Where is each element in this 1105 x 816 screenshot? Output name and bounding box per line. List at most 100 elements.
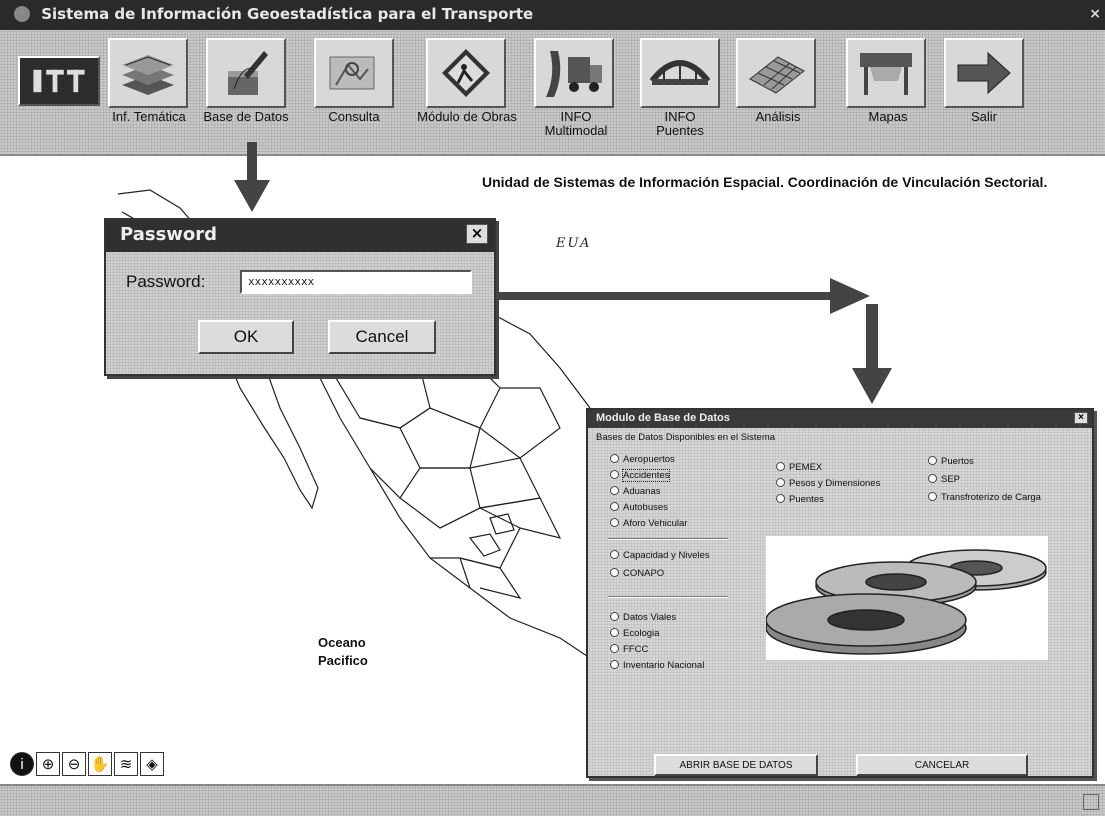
info-puentes-line1: INFO (664, 109, 696, 124)
arrow-shaft-right (496, 292, 836, 300)
radio-inventario-nacional[interactable]: Inventario Nacional (610, 660, 704, 671)
separator (608, 538, 728, 540)
database-dialog-close-button[interactable]: × (1074, 412, 1088, 424)
database-cancel-button[interactable]: CANCELAR (856, 754, 1028, 776)
radio-conapo[interactable]: CONAPO (610, 568, 664, 579)
analisis-button[interactable] (736, 38, 816, 108)
databases-group-title: Bases de Datos Disponibles en el Sistema (596, 432, 776, 443)
salir-button[interactable] (944, 38, 1024, 108)
zoom-in-icon[interactable]: ⊕ (36, 752, 60, 776)
radio-circle-icon (610, 454, 619, 463)
stacked-layers-icon (122, 55, 174, 95)
radio-circle-icon (610, 568, 619, 577)
database-pen-icon (228, 51, 268, 95)
layers-icon[interactable]: ≋ (114, 752, 138, 776)
zoom-out-icon[interactable]: ⊖ (62, 752, 86, 776)
info-icon[interactable]: i (10, 752, 34, 776)
pan-hand-icon[interactable]: ✋ (88, 752, 112, 776)
query-icon (329, 56, 375, 90)
radio-circle-icon (928, 474, 937, 483)
salir-label: Salir (970, 109, 997, 124)
radio-circle-icon (610, 518, 619, 527)
truck-road-icon (546, 51, 602, 97)
imt-logo-icon (18, 56, 100, 106)
radio-circle-icon (776, 478, 785, 487)
password-input[interactable]: xxxxxxxxxx (240, 270, 472, 294)
inf-tematica-label: Inf. Temática (112, 109, 186, 124)
modulo-obras-button[interactable] (426, 38, 506, 108)
password-dialog-close-button[interactable]: × (466, 224, 488, 244)
radio-capacidad-niveles[interactable]: Capacidad y Niveles (610, 550, 710, 561)
arrow-head-down (234, 180, 270, 212)
main-toolbar: Inf. Temática Base de Datos Consulta Mód… (0, 30, 1105, 156)
app-globe-icon (14, 6, 30, 22)
radio-autobuses[interactable]: Autobuses (610, 502, 668, 513)
consulta-button[interactable] (314, 38, 394, 108)
radio-pemex[interactable]: PEMEX (776, 462, 822, 473)
arrow-shaft-down-2 (866, 304, 878, 372)
window-close-button[interactable]: × (1089, 6, 1101, 22)
ocean-label-line2: Pacifico (318, 653, 368, 668)
radio-aeropuertos[interactable]: Aeropuertos (610, 454, 675, 465)
database-disks-icon (765, 549, 1047, 655)
mapas-label: Mapas (868, 109, 908, 124)
resize-grip-icon[interactable] (1083, 794, 1099, 810)
radio-circle-icon (610, 470, 619, 479)
analisis-label: Análisis (755, 109, 801, 124)
password-label: Password: (126, 272, 206, 291)
grid-map-icon (749, 56, 805, 94)
open-database-button[interactable]: ABRIR BASE DE DATOS (654, 754, 818, 776)
radio-aduanas[interactable]: Aduanas (610, 486, 661, 497)
base-datos-button[interactable] (206, 38, 286, 108)
info-multimodal-button[interactable] (534, 38, 614, 108)
radio-datos-viales[interactable]: Datos Viales (610, 612, 676, 623)
info-multimodal-line1: INFO (560, 109, 592, 124)
inf-tematica-button[interactable] (108, 38, 188, 108)
separator (608, 596, 728, 598)
roadwork-sign-icon (442, 49, 490, 97)
ocean-label: Oceano Pacifico (318, 634, 368, 670)
info-puentes-line2: Puentes (656, 123, 704, 138)
arrow-head-right (830, 278, 870, 314)
country-label-eua: EUA (556, 236, 592, 251)
radio-puentes[interactable]: Puentes (776, 494, 824, 505)
arrow-shaft-down (247, 142, 257, 182)
cancel-button[interactable]: Cancel (328, 320, 436, 354)
database-dialog: Modulo de Base de Datos × Bases de Datos… (586, 408, 1094, 778)
consulta-label: Consulta (328, 109, 380, 124)
radio-circle-icon (610, 628, 619, 637)
password-dialog: Password × Password: xxxxxxxxxx OK Cance… (104, 218, 496, 376)
radio-circle-icon (928, 456, 937, 465)
full-extent-icon[interactable]: ◈ (140, 752, 164, 776)
info-puentes-button[interactable] (640, 38, 720, 108)
radio-pesos-dimensiones[interactable]: Pesos y Dimensiones (776, 478, 880, 489)
radio-sep[interactable]: SEP (928, 474, 960, 485)
radio-ecologia[interactable]: Ecologia (610, 628, 659, 639)
radio-aforo-vehicular[interactable]: Aforo Vehicular (610, 518, 687, 529)
database-disks-illustration (765, 536, 1048, 660)
radio-circle-icon (610, 612, 619, 621)
info-multimodal-label: INFO Multimodal (536, 110, 616, 138)
radio-circle-icon (776, 462, 785, 471)
info-puentes-label: INFO Puentes (640, 110, 720, 138)
radio-accidentes[interactable]: Accidentes (610, 469, 671, 482)
ok-button[interactable]: OK (198, 320, 294, 354)
app-title-bar: Sistema de Información Geoestadística pa… (0, 0, 1105, 30)
radio-puertos[interactable]: Puertos (928, 456, 974, 467)
bridge-icon (649, 60, 711, 85)
radio-circle-icon (610, 660, 619, 669)
database-dialog-title: Modulo de Base de Datos (596, 412, 730, 424)
database-dialog-title-bar: Modulo de Base de Datos × (588, 410, 1092, 428)
mapas-button[interactable] (846, 38, 926, 108)
status-bar (0, 784, 1105, 816)
radio-circle-icon (776, 494, 785, 503)
unit-caption: Unidad de Sistemas de Información Espaci… (482, 174, 1048, 190)
radio-transfroterizo-carga[interactable]: Transfroterizo de Carga (928, 492, 1041, 503)
radio-circle-icon (610, 644, 619, 653)
radio-circle-icon (610, 550, 619, 559)
password-dialog-title-bar: Password × (106, 220, 494, 252)
radio-circle-icon (928, 492, 937, 501)
radio-ffcc[interactable]: FFCC (610, 644, 648, 655)
arrow-head-down-2 (852, 368, 892, 404)
app-title: Sistema de Información Geoestadística pa… (41, 5, 534, 23)
